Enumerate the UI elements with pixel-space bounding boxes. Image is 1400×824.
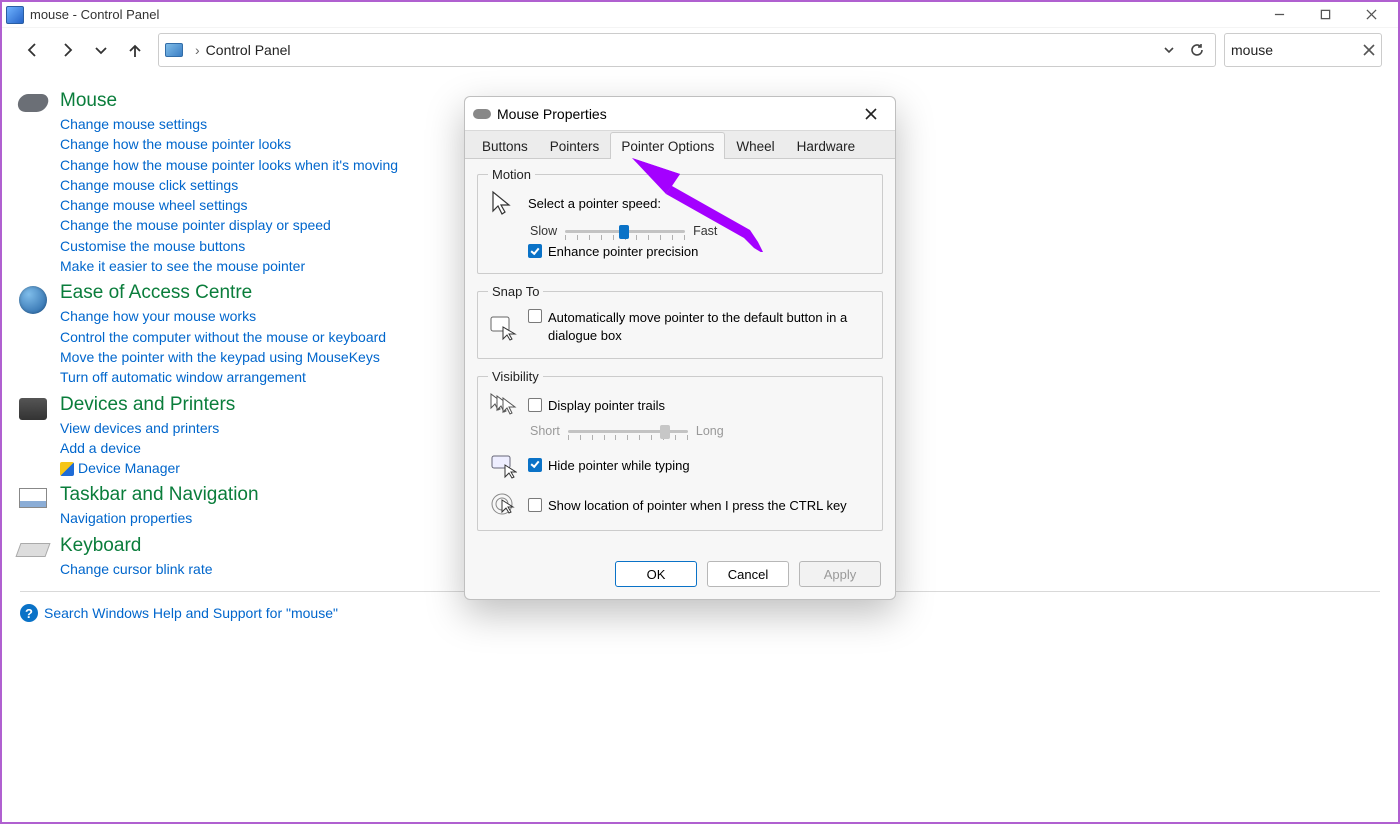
mouse-mini-icon <box>473 109 491 119</box>
close-button[interactable] <box>1348 2 1394 28</box>
link-change-mouse-settings[interactable]: Change mouse settings <box>60 114 398 134</box>
pointer-speed-slider[interactable] <box>565 222 685 240</box>
tab-wheel[interactable]: Wheel <box>725 132 785 159</box>
pointer-trails-label: Display pointer trails <box>548 398 665 413</box>
ease-of-access-icon <box>19 286 47 314</box>
help-search-link[interactable]: ? Search Windows Help and Support for "m… <box>16 598 1384 628</box>
enhance-precision-checkbox[interactable] <box>528 244 542 258</box>
chevron-right-icon: › <box>195 42 200 58</box>
group-title-keyboard[interactable]: Keyboard <box>60 535 213 557</box>
dlg-title: Mouse Properties <box>497 106 607 122</box>
address-bar[interactable]: › Control Panel <box>158 33 1216 67</box>
group-snap-to: Snap To Automatically move pointer to th… <box>477 284 883 359</box>
printer-icon <box>19 398 47 420</box>
ctrl-locate-icon <box>488 490 518 520</box>
hide-typing-label: Hide pointer while typing <box>548 458 690 473</box>
shield-icon <box>60 462 74 476</box>
addr-dropdown-button[interactable] <box>1155 36 1183 64</box>
link-cursor-blink[interactable]: Change cursor blink rate <box>60 559 213 579</box>
hide-typing-checkbox[interactable] <box>528 458 542 472</box>
tab-hardware[interactable]: Hardware <box>786 132 867 159</box>
snap-to-checkbox[interactable] <box>528 309 542 323</box>
pointer-speed-label: Select a pointer speed: <box>528 196 661 211</box>
keyboard-icon <box>15 543 50 557</box>
snap-icon <box>488 312 518 342</box>
link-navigation-properties[interactable]: Navigation properties <box>60 508 259 528</box>
control-panel-icon <box>165 43 183 57</box>
link-device-manager[interactable]: Device Manager <box>60 458 235 478</box>
group-title-devices[interactable]: Devices and Printers <box>60 394 235 416</box>
group-visibility: Visibility Display pointer trails Short … <box>477 369 883 531</box>
link-view-devices[interactable]: View devices and printers <box>60 418 235 438</box>
trails-length-slider <box>568 422 688 440</box>
tab-pointer-options[interactable]: Pointer Options <box>610 132 725 159</box>
enhance-precision-label: Enhance pointer precision <box>548 244 698 259</box>
help-icon: ? <box>20 604 38 622</box>
link-easier-see-pointer[interactable]: Make it easier to see the mouse pointer <box>60 256 398 276</box>
clear-search-icon[interactable] <box>1363 44 1375 56</box>
up-button[interactable] <box>120 35 150 65</box>
window-title: mouse - Control Panel <box>30 7 159 22</box>
group-title-taskbar[interactable]: Taskbar and Navigation <box>60 484 259 506</box>
link-mousekeys[interactable]: Move the pointer with the keypad using M… <box>60 347 386 367</box>
taskbar-icon <box>19 488 47 508</box>
pointer-trails-checkbox[interactable] <box>528 398 542 412</box>
link-turnoff-arrangement[interactable]: Turn off automatic window arrangement <box>60 367 386 387</box>
cancel-button[interactable]: Cancel <box>707 561 789 587</box>
ok-button[interactable]: OK <box>615 561 697 587</box>
dlg-close-button[interactable] <box>855 100 887 128</box>
refresh-button[interactable] <box>1183 36 1211 64</box>
maximize-button[interactable] <box>1302 2 1348 28</box>
link-change-display-speed[interactable]: Change the mouse pointer display or spee… <box>60 215 398 235</box>
dlg-tabs: Buttons Pointers Pointer Options Wheel H… <box>465 131 895 159</box>
group-title-ease[interactable]: Ease of Access Centre <box>60 282 386 304</box>
search-value: mouse <box>1231 42 1363 58</box>
breadcrumb[interactable]: Control Panel <box>206 42 291 58</box>
app-icon <box>6 6 24 24</box>
group-motion: Motion Select a pointer speed: Slow Fast… <box>477 167 883 274</box>
window-titlebar: mouse - Control Panel <box>2 2 1398 28</box>
search-box[interactable]: mouse <box>1224 33 1382 67</box>
mouse-properties-dialog: Mouse Properties Buttons Pointers Pointe… <box>464 96 896 600</box>
link-add-device[interactable]: Add a device <box>60 438 235 458</box>
pointer-speed-icon <box>488 188 518 218</box>
link-control-without-mouse[interactable]: Control the computer without the mouse o… <box>60 327 386 347</box>
nav-toolbar: › Control Panel mouse <box>2 28 1398 72</box>
recent-button[interactable] <box>86 35 116 65</box>
dlg-titlebar: Mouse Properties <box>465 97 895 131</box>
link-change-pointer-moving[interactable]: Change how the mouse pointer looks when … <box>60 155 398 175</box>
tab-pointers[interactable]: Pointers <box>539 132 611 159</box>
snap-to-label: Automatically move pointer to the defaul… <box>548 309 872 344</box>
mouse-icon <box>16 94 50 112</box>
link-change-mouse-works[interactable]: Change how your mouse works <box>60 306 386 326</box>
minimize-button[interactable] <box>1256 2 1302 28</box>
back-button[interactable] <box>18 35 48 65</box>
pointer-trails-icon <box>488 390 518 420</box>
link-change-wheel-settings[interactable]: Change mouse wheel settings <box>60 195 398 215</box>
ctrl-locate-label: Show location of pointer when I press th… <box>548 498 847 513</box>
link-change-click-settings[interactable]: Change mouse click settings <box>60 175 398 195</box>
link-customise-buttons[interactable]: Customise the mouse buttons <box>60 236 398 256</box>
hide-typing-icon <box>488 450 518 480</box>
ctrl-locate-checkbox[interactable] <box>528 498 542 512</box>
group-title-mouse[interactable]: Mouse <box>60 90 398 112</box>
tab-buttons[interactable]: Buttons <box>471 132 539 159</box>
forward-button[interactable] <box>52 35 82 65</box>
link-change-pointer-looks[interactable]: Change how the mouse pointer looks <box>60 134 398 154</box>
apply-button[interactable]: Apply <box>799 561 881 587</box>
